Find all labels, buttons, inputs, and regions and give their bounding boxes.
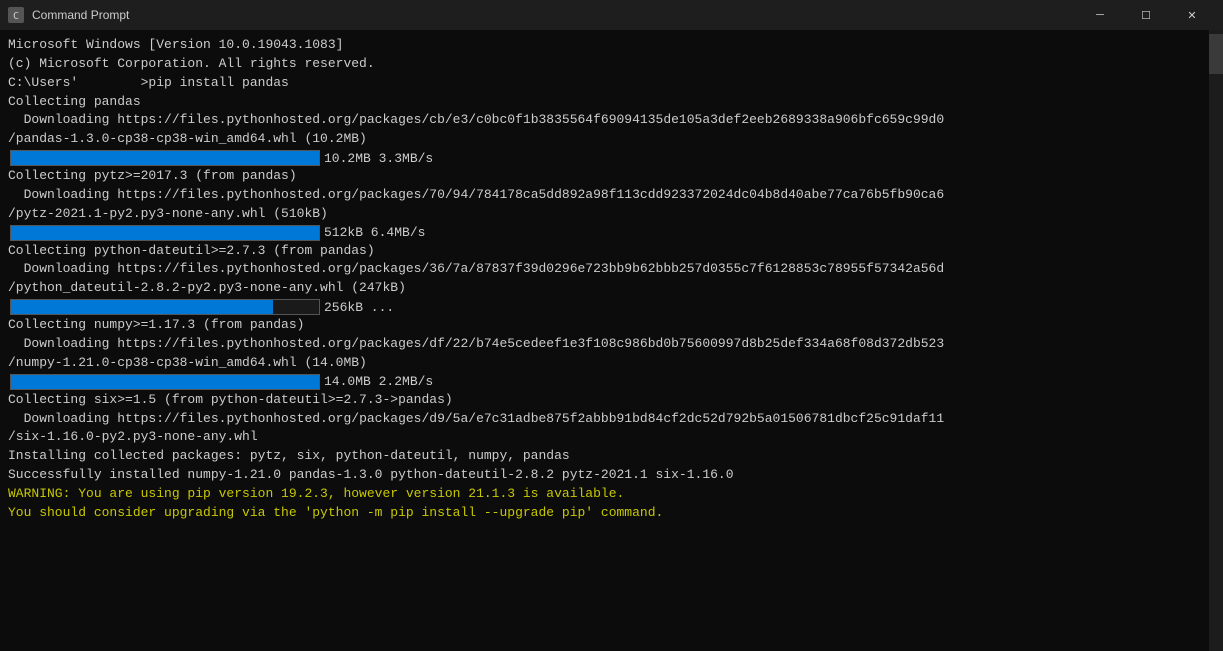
console-line: Collecting six>=1.5 (from python-dateuti… xyxy=(4,391,1219,410)
console-line: (c) Microsoft Corporation. All rights re… xyxy=(4,55,1219,74)
progress-bar-fill xyxy=(11,375,319,389)
window-title: Command Prompt xyxy=(32,8,1069,22)
console-line: Collecting pytz>=2017.3 (from pandas) xyxy=(4,167,1219,186)
progress-bar-row: 256kB ... xyxy=(4,299,1219,315)
progress-bar-container xyxy=(10,374,320,390)
console-line: Downloading https://files.pythonhosted.o… xyxy=(4,111,1219,130)
progress-bar-container xyxy=(10,299,320,315)
progress-label: 14.0MB 2.2MB/s xyxy=(324,374,433,389)
progress-bar-row: 10.2MB 3.3MB/s xyxy=(4,150,1219,166)
console-line: /numpy-1.21.0-cp38-cp38-win_amd64.whl (1… xyxy=(4,354,1219,373)
scrollbar-thumb[interactable] xyxy=(1209,34,1223,74)
minimize-button[interactable]: ─ xyxy=(1077,0,1123,30)
progress-bar-fill xyxy=(11,300,273,314)
maximize-button[interactable]: ☐ xyxy=(1123,0,1169,30)
scrollbar[interactable] xyxy=(1209,30,1223,651)
console-line: /python_dateutil-2.8.2-py2.py3-none-any.… xyxy=(4,279,1219,298)
svg-text:C: C xyxy=(13,11,19,22)
console-line: WARNING: You are using pip version 19.2.… xyxy=(4,485,1219,504)
console-line: C:\Users' >pip install pandas xyxy=(4,74,1219,93)
progress-label: 10.2MB 3.3MB/s xyxy=(324,151,433,166)
window-controls: ─ ☐ ✕ xyxy=(1077,0,1215,30)
progress-label: 256kB ... xyxy=(324,300,394,315)
close-button[interactable]: ✕ xyxy=(1169,0,1215,30)
progress-bar-row: 512kB 6.4MB/s xyxy=(4,225,1219,241)
console-line: Collecting pandas xyxy=(4,93,1219,112)
progress-bar-container xyxy=(10,150,320,166)
console-line: Collecting numpy>=1.17.3 (from pandas) xyxy=(4,316,1219,335)
titlebar: C Command Prompt ─ ☐ ✕ xyxy=(0,0,1223,30)
console-line: /pandas-1.3.0-cp38-cp38-win_amd64.whl (1… xyxy=(4,130,1219,149)
console-output: Microsoft Windows [Version 10.0.19043.10… xyxy=(0,30,1223,651)
app-icon: C xyxy=(8,7,24,23)
console-lines: Microsoft Windows [Version 10.0.19043.10… xyxy=(4,36,1219,523)
console-line: Downloading https://files.pythonhosted.o… xyxy=(4,260,1219,279)
console-line: Downloading https://files.pythonhosted.o… xyxy=(4,186,1219,205)
progress-bar-fill xyxy=(11,226,319,240)
progress-label: 512kB 6.4MB/s xyxy=(324,225,425,240)
console-line: Downloading https://files.pythonhosted.o… xyxy=(4,335,1219,354)
console-line: /six-1.16.0-py2.py3-none-any.whl xyxy=(4,428,1219,447)
console-line: Collecting python-dateutil>=2.7.3 (from … xyxy=(4,242,1219,261)
console-line: Successfully installed numpy-1.21.0 pand… xyxy=(4,466,1219,485)
progress-bar-fill xyxy=(11,151,319,165)
console-line: /pytz-2021.1-py2.py3-none-any.whl (510kB… xyxy=(4,205,1219,224)
console-line: Downloading https://files.pythonhosted.o… xyxy=(4,410,1219,429)
console-line: You should consider upgrading via the 'p… xyxy=(4,504,1219,523)
progress-bar-row: 14.0MB 2.2MB/s xyxy=(4,374,1219,390)
console-line: Microsoft Windows [Version 10.0.19043.10… xyxy=(4,36,1219,55)
console-line: Installing collected packages: pytz, six… xyxy=(4,447,1219,466)
progress-bar-container xyxy=(10,225,320,241)
